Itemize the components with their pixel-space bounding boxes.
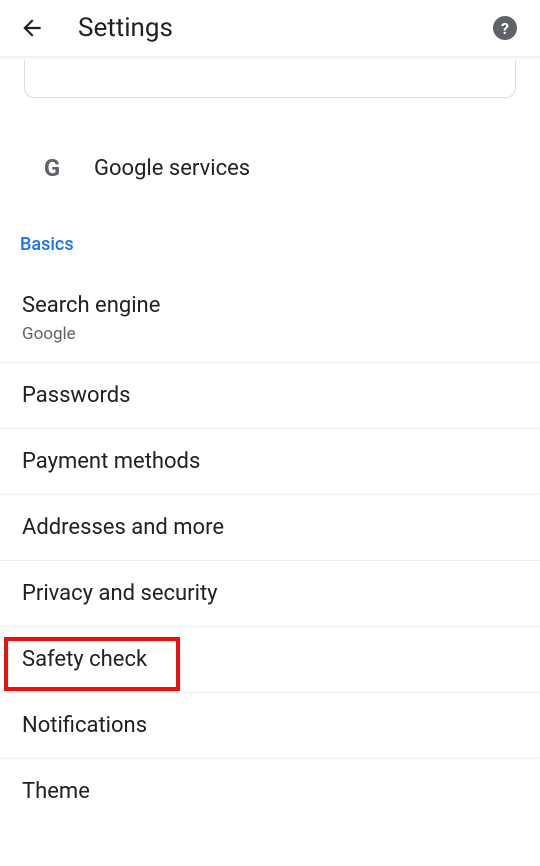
settings-item-addresses[interactable]: Addresses and more xyxy=(0,495,540,561)
google-icon: G xyxy=(38,154,66,182)
settings-item-privacy[interactable]: Privacy and security xyxy=(0,561,540,627)
item-label: Search engine xyxy=(22,293,518,318)
item-label: Privacy and security xyxy=(22,581,518,606)
google-services-row[interactable]: G Google services xyxy=(0,138,540,198)
help-button[interactable]: ? xyxy=(490,13,520,43)
item-label: Notifications xyxy=(22,713,518,738)
back-button[interactable] xyxy=(14,10,50,46)
app-bar: Settings ? xyxy=(0,0,540,56)
arrow-back-icon xyxy=(19,15,45,41)
settings-item-passwords[interactable]: Passwords xyxy=(0,363,540,429)
item-label: Addresses and more xyxy=(22,515,518,540)
settings-item-search-engine[interactable]: Search engine Google xyxy=(0,269,540,363)
google-services-label: Google services xyxy=(94,156,250,181)
settings-item-payment-methods[interactable]: Payment methods xyxy=(0,429,540,495)
sync-card[interactable] xyxy=(24,60,516,98)
help-icon: ? xyxy=(493,16,517,40)
item-sublabel: Google xyxy=(22,324,518,344)
divider-gap xyxy=(0,116,540,138)
settings-item-notifications[interactable]: Notifications xyxy=(0,693,540,759)
item-label: Theme xyxy=(22,779,518,804)
settings-item-theme[interactable]: Theme xyxy=(0,759,540,824)
item-label: Passwords xyxy=(22,383,518,408)
settings-item-safety-check[interactable]: Safety check xyxy=(0,627,540,693)
item-label: Safety check xyxy=(22,647,518,672)
item-label: Payment methods xyxy=(22,449,518,474)
page-title: Settings xyxy=(78,13,490,43)
section-header-basics: Basics xyxy=(0,198,540,269)
